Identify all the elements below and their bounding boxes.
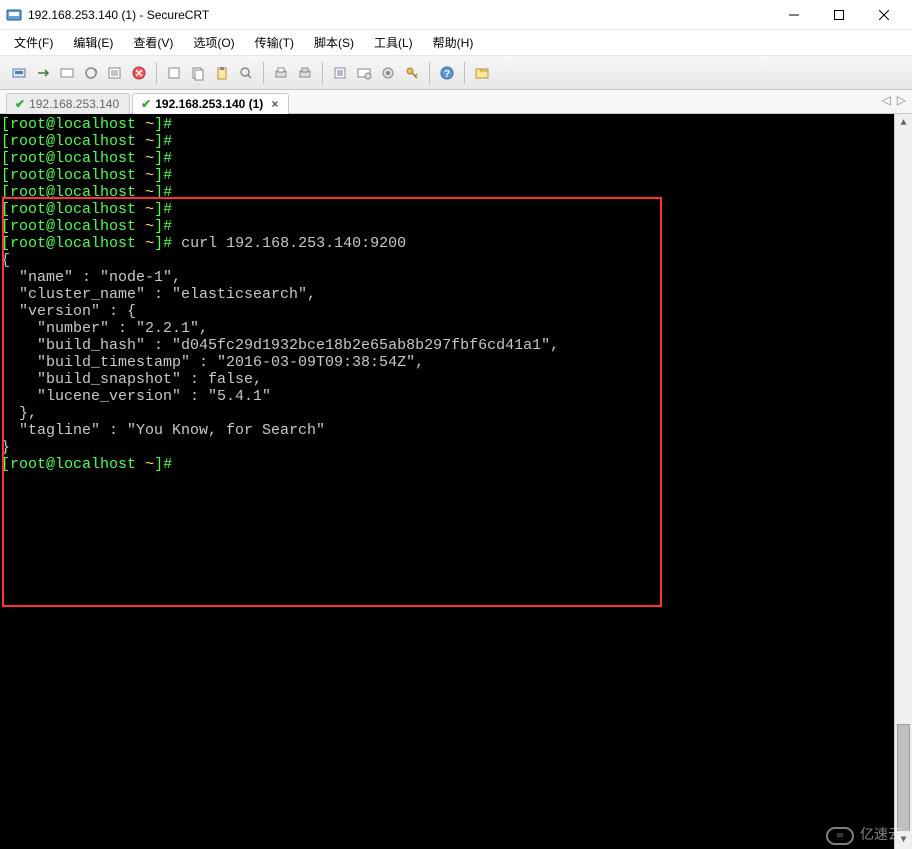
quick-connect-icon[interactable]	[32, 62, 54, 84]
terminal-line: "lucene_version" : "5.4.1"	[1, 388, 890, 405]
scrollbar[interactable]: ▲ ▼	[894, 114, 912, 849]
terminal-line: [root@localhost ~]#	[1, 116, 890, 133]
terminal-line: {	[1, 252, 890, 269]
terminal-line: "version" : {	[1, 303, 890, 320]
terminal[interactable]: [root@localhost ~]#[root@localhost ~]#[r…	[0, 114, 912, 849]
terminal-content[interactable]: [root@localhost ~]#[root@localhost ~]#[r…	[0, 114, 894, 849]
toolbar-separator	[429, 62, 430, 84]
scroll-up-icon[interactable]: ▲	[895, 114, 912, 132]
terminal-line: [root@localhost ~]#	[1, 184, 890, 201]
menubar: 文件(F) 编辑(E) 查看(V) 选项(O) 传输(T) 脚本(S) 工具(L…	[0, 30, 912, 56]
disconnect-icon[interactable]	[80, 62, 102, 84]
titlebar: 192.168.253.140 (1) - SecureCRT	[0, 0, 912, 30]
session-options-icon[interactable]	[377, 62, 399, 84]
window-title: 192.168.253.140 (1) - SecureCRT	[28, 8, 771, 22]
terminal-line: "cluster_name" : "elasticsearch",	[1, 286, 890, 303]
toolbar-separator	[322, 62, 323, 84]
terminal-line: [root@localhost ~]# curl 192.168.253.140…	[1, 235, 890, 252]
menu-script[interactable]: 脚本(S)	[310, 32, 358, 53]
tab-next-icon[interactable]: ▷	[897, 93, 906, 107]
print-icon[interactable]	[270, 62, 292, 84]
scroll-thumb[interactable]	[897, 724, 910, 844]
sftp-icon[interactable]	[471, 62, 493, 84]
toolbar-separator	[156, 62, 157, 84]
global-options-icon[interactable]	[353, 62, 375, 84]
close-button[interactable]	[861, 0, 906, 30]
terminal-line: "build_timestamp" : "2016-03-09T09:38:54…	[1, 354, 890, 371]
connected-check-icon: ✔	[15, 97, 25, 111]
menu-file[interactable]: 文件(F)	[10, 32, 57, 53]
toolbar-separator	[464, 62, 465, 84]
tab-prev-icon[interactable]: ◁	[882, 93, 891, 107]
minimize-button[interactable]	[771, 0, 816, 30]
terminal-line: }	[1, 439, 890, 456]
tabstrip: ✔ 192.168.253.140 ✔ 192.168.253.140 (1) …	[0, 90, 912, 114]
new-tab-icon[interactable]	[128, 62, 150, 84]
find-icon[interactable]	[235, 62, 257, 84]
terminal-line: [root@localhost ~]#	[1, 201, 890, 218]
terminal-line: [root@localhost ~]#	[1, 150, 890, 167]
menu-options[interactable]: 选项(O)	[189, 32, 238, 53]
terminal-line: "build_hash" : "d045fc29d1932bce18b2e65a…	[1, 337, 890, 354]
host-icon[interactable]	[163, 62, 185, 84]
app-icon	[6, 7, 22, 23]
connected-check-icon: ✔	[141, 97, 151, 111]
menu-transfer[interactable]: 传输(T)	[251, 32, 298, 53]
connect-icon[interactable]	[8, 62, 30, 84]
window-controls	[771, 0, 906, 30]
maximize-button[interactable]	[816, 0, 861, 30]
print-screen-icon[interactable]	[294, 62, 316, 84]
svg-text:?: ?	[444, 69, 450, 80]
terminal-line: [root@localhost ~]#	[1, 456, 890, 473]
watermark-text: 亿速云	[860, 828, 902, 845]
menu-help[interactable]: 帮助(H)	[429, 32, 478, 53]
terminal-line: [root@localhost ~]#	[1, 133, 890, 150]
paste-icon[interactable]	[211, 62, 233, 84]
menu-view[interactable]: 查看(V)	[129, 32, 177, 53]
terminal-line: "tagline" : "You Know, for Search"	[1, 422, 890, 439]
copy-icon[interactable]	[187, 62, 209, 84]
key-icon[interactable]	[401, 62, 423, 84]
watermark: ∞ 亿速云	[826, 827, 902, 845]
watermark-logo-icon: ∞	[826, 827, 854, 845]
terminal-line: "number" : "2.2.1",	[1, 320, 890, 337]
tab-label: 192.168.253.140	[29, 97, 119, 111]
session-icon[interactable]	[104, 62, 126, 84]
menu-edit[interactable]: 编辑(E)	[69, 32, 117, 53]
terminal-line: [root@localhost ~]#	[1, 218, 890, 235]
toolbar: ?	[0, 56, 912, 90]
tab-nav-arrows: ◁ ▷	[882, 93, 906, 107]
tab-label: 192.168.253.140 (1)	[155, 97, 263, 111]
tab-session-2[interactable]: ✔ 192.168.253.140 (1) ×	[132, 93, 289, 114]
terminal-line: "build_snapshot" : false,	[1, 371, 890, 388]
menu-tools[interactable]: 工具(L)	[370, 32, 417, 53]
tab-close-icon[interactable]: ×	[271, 97, 278, 111]
tab-session-1[interactable]: ✔ 192.168.253.140	[6, 93, 130, 114]
help-icon[interactable]: ?	[436, 62, 458, 84]
reconnect-icon[interactable]	[56, 62, 78, 84]
terminal-line: },	[1, 405, 890, 422]
toolbar-separator	[263, 62, 264, 84]
terminal-line: [root@localhost ~]#	[1, 167, 890, 184]
properties-icon[interactable]	[329, 62, 351, 84]
terminal-line: "name" : "node-1",	[1, 269, 890, 286]
